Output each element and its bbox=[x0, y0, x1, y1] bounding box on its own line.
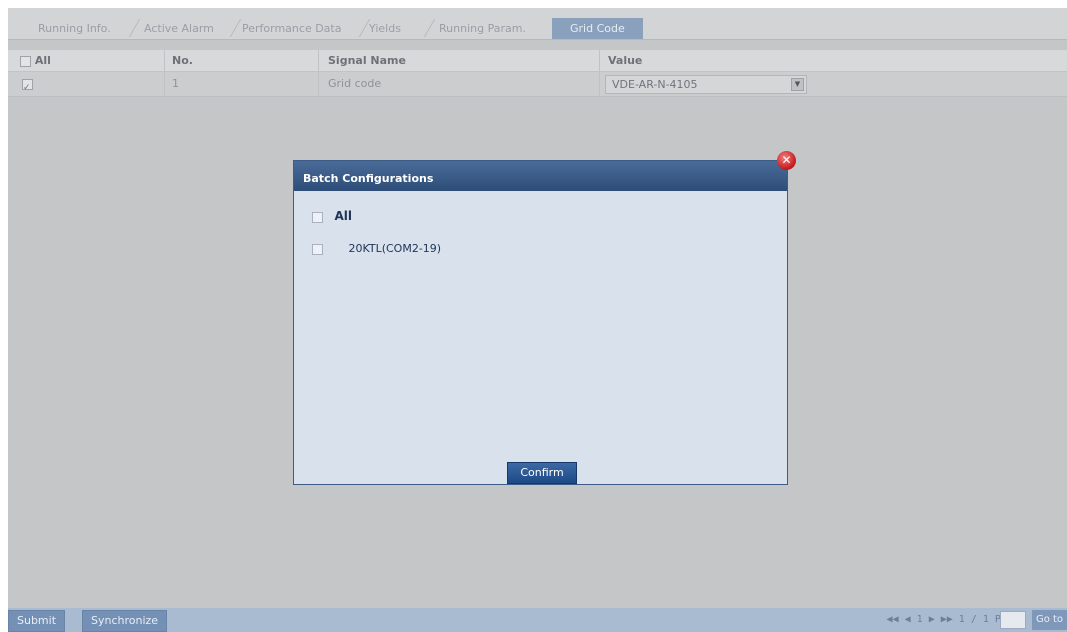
confirm-button[interactable]: Confirm bbox=[507, 462, 577, 484]
tab-yields[interactable]: Yields bbox=[351, 19, 419, 39]
synchronize-button[interactable]: Synchronize bbox=[82, 610, 168, 632]
chevron-down-icon[interactable]: ▼ bbox=[791, 78, 804, 91]
tab-bar: Running Info. Active Alarm Performance D… bbox=[8, 8, 1067, 40]
submit-button[interactable]: Submit bbox=[8, 610, 66, 632]
close-icon[interactable]: ✕ bbox=[777, 151, 796, 170]
column-header-value: Value bbox=[608, 54, 643, 67]
column-header-signal-name: Signal Name bbox=[328, 54, 406, 67]
column-divider bbox=[318, 72, 319, 96]
table-header: All No. Signal Name Value bbox=[8, 50, 1067, 72]
dialog-device-label: 20KTL(COM2-19) bbox=[348, 242, 442, 255]
row-select-cell[interactable] bbox=[22, 72, 33, 100]
tab-running-param[interactable]: Running Param. bbox=[421, 19, 544, 39]
tab-running-info[interactable]: Running Info. bbox=[20, 19, 129, 39]
tab-grid-code[interactable]: Grid Code bbox=[552, 18, 643, 39]
select-all-label: All bbox=[34, 54, 51, 67]
table-row[interactable]: 1 Grid code VDE-AR-N-4105 ▼ bbox=[8, 72, 1067, 100]
dialog-title: Batch Configurations bbox=[294, 161, 787, 191]
dialog-all-label: All bbox=[334, 209, 353, 223]
go-to-button[interactable]: Go to bbox=[1032, 610, 1067, 630]
column-divider bbox=[164, 50, 165, 71]
dialog-all-checkbox[interactable] bbox=[312, 211, 323, 223]
column-divider bbox=[599, 50, 600, 71]
column-divider bbox=[599, 72, 600, 96]
footer-bar: Submit Synchronize ◀◀ ◀ 1 ▶ ▶▶ 1 / 1 Pag… bbox=[8, 608, 1067, 632]
batch-configurations-dialog: Batch Configurations All 20KTL(COM2-19) … bbox=[293, 160, 788, 485]
column-header-no: No. bbox=[172, 54, 193, 67]
column-divider bbox=[318, 50, 319, 71]
dialog-device-checkbox[interactable] bbox=[312, 243, 323, 255]
row-signal-name: Grid code bbox=[328, 77, 382, 90]
dialog-device-option[interactable]: 20KTL(COM2-19) bbox=[312, 242, 441, 255]
row-no: 1 bbox=[172, 77, 179, 90]
tab-performance-data[interactable]: Performance Data bbox=[224, 19, 359, 39]
dialog-all-option[interactable]: All bbox=[312, 209, 352, 223]
tab-active-alarm[interactable]: Active Alarm bbox=[126, 19, 232, 39]
row-checkbox[interactable] bbox=[22, 76, 33, 100]
column-divider bbox=[164, 72, 165, 96]
grid-code-select-value: VDE-AR-N-4105 bbox=[612, 78, 698, 91]
select-all-header[interactable]: All bbox=[20, 50, 51, 71]
page-number-input[interactable] bbox=[1000, 611, 1026, 629]
select-all-checkbox[interactable] bbox=[20, 55, 31, 67]
grid-code-select[interactable]: VDE-AR-N-4105 ▼ bbox=[605, 75, 807, 94]
